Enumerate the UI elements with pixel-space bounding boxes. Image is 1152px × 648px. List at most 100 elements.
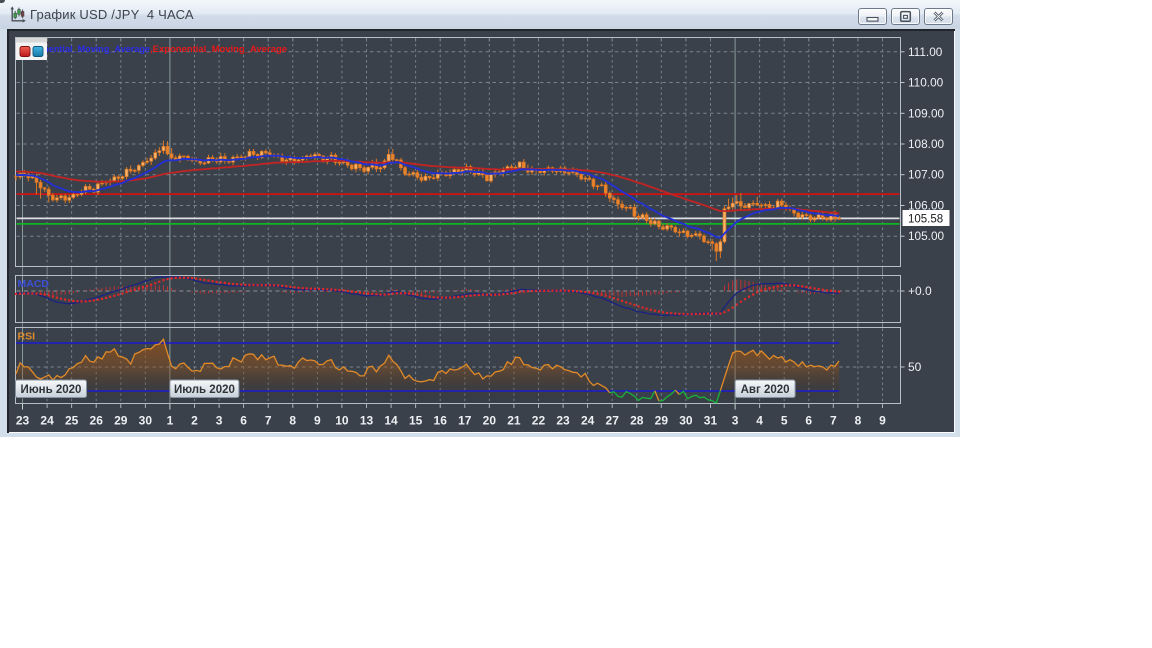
macd-signal-dot (170, 277, 173, 280)
day-label: 21 (507, 414, 521, 428)
candle (603, 184, 608, 194)
macd-signal-dot (678, 312, 681, 315)
macd-signal-dot (375, 293, 378, 296)
macd-signal-dot (715, 312, 718, 315)
macd-signal-dot (19, 292, 22, 295)
day-label: 25 (65, 414, 79, 428)
macd-signal-dot (526, 290, 529, 293)
macd-signal-dot (792, 284, 796, 287)
day-label: 6 (805, 414, 812, 428)
rsi-axis-label: 50 (908, 360, 922, 374)
candle (595, 185, 600, 188)
day-label: 1 (167, 414, 174, 428)
candle (350, 164, 354, 170)
macd-signal-dot (190, 277, 194, 280)
macd-signal-dot (436, 296, 439, 299)
candle (681, 230, 686, 233)
macd-signal-dot (629, 302, 632, 305)
candle (427, 175, 432, 179)
macd-signal-dot (465, 294, 468, 298)
maximize-icon (899, 10, 912, 22)
macd-signal-dot (666, 311, 669, 314)
candle (661, 226, 665, 230)
candle (714, 243, 719, 252)
macd-panel (14, 276, 841, 317)
month-label: Июль 2020 (174, 384, 235, 396)
macd-signal-dot (27, 292, 30, 295)
day-label: 23 (556, 414, 570, 428)
day-label: 8 (855, 414, 862, 428)
candle (38, 182, 43, 189)
macd-signal-dot (137, 287, 140, 290)
candle (751, 202, 755, 205)
close-button[interactable] (924, 8, 953, 25)
day-label: 30 (139, 414, 153, 428)
candle (800, 214, 805, 218)
candle (554, 170, 559, 173)
macd-signal-dot (88, 299, 91, 302)
price-panel-border (15, 37, 901, 267)
candle (149, 157, 153, 162)
macd-signal-dot (125, 291, 128, 294)
macd-signal-dot (592, 292, 595, 295)
candle (132, 170, 137, 172)
price-chart[interactable]: Июнь 2020 Июль 2020 Авг 2020 111.00 110.00 10… (8, 30, 954, 432)
close-icon (933, 11, 944, 22)
macd-signal-dot (150, 283, 153, 286)
macd-signal-dot (51, 295, 54, 298)
candle (161, 146, 166, 152)
chart-window: График USD /JPY 4 ЧАСА Июнь 2020 Июль 202… (0, 0, 960, 437)
macd-signal-dot (719, 312, 722, 315)
macd-signal-dot (301, 287, 304, 290)
candle (636, 215, 641, 219)
candle (677, 231, 682, 234)
macd-signal-dot (14, 292, 18, 295)
candle (710, 241, 714, 244)
macd-signal-dot (199, 278, 202, 281)
candle (87, 186, 92, 190)
candle (669, 225, 674, 228)
legend-red-button[interactable] (19, 46, 31, 57)
day-label: 26 (90, 414, 104, 428)
day-label: 22 (532, 414, 546, 428)
macd-signal-dot (838, 290, 841, 293)
macd-signal-dot (784, 284, 787, 287)
macd-signal-dot (620, 299, 624, 302)
macd-signal-dot (440, 296, 443, 299)
macd-signal-dot (399, 292, 403, 295)
month-label: Авг 2020 (741, 384, 790, 396)
candle (648, 220, 653, 225)
macd-signal-dot (322, 288, 325, 291)
candle (165, 146, 170, 155)
candle (42, 187, 47, 190)
macd-signal-dot (772, 286, 775, 289)
macd-signal-dot (342, 289, 345, 292)
macd-signal-dot (362, 292, 366, 295)
day-label: 6 (240, 414, 247, 428)
price-badge: 105.58 (902, 210, 950, 226)
macd-signal-dot (686, 313, 689, 316)
candle (395, 159, 399, 161)
minimize-button[interactable] (858, 8, 887, 25)
macd-signal-dot (502, 293, 505, 296)
macd-signal-dot (788, 284, 792, 287)
macd-signal-dot (543, 289, 546, 292)
legend-blue-button[interactable] (32, 46, 44, 57)
macd-signal-dot (395, 292, 398, 295)
macd-signal-dot (338, 289, 341, 292)
rsi-panel (15, 337, 840, 404)
macd-signal-dot (113, 294, 116, 297)
macd-signal-dot (252, 283, 255, 287)
candle (763, 204, 768, 206)
maximize-button[interactable] (891, 8, 920, 25)
price-axis-label: 105.00 (908, 229, 945, 243)
day-label: 30 (679, 414, 693, 428)
candle (210, 157, 215, 160)
macd-line (15, 276, 840, 317)
macd-signal-dot (473, 294, 476, 297)
macd-signal-dot (285, 285, 288, 288)
candle (747, 203, 751, 208)
window-titlebar[interactable]: График USD /JPY 4 ЧАСА (0, 0, 960, 29)
candle (67, 197, 72, 201)
day-label: 24 (581, 414, 595, 428)
